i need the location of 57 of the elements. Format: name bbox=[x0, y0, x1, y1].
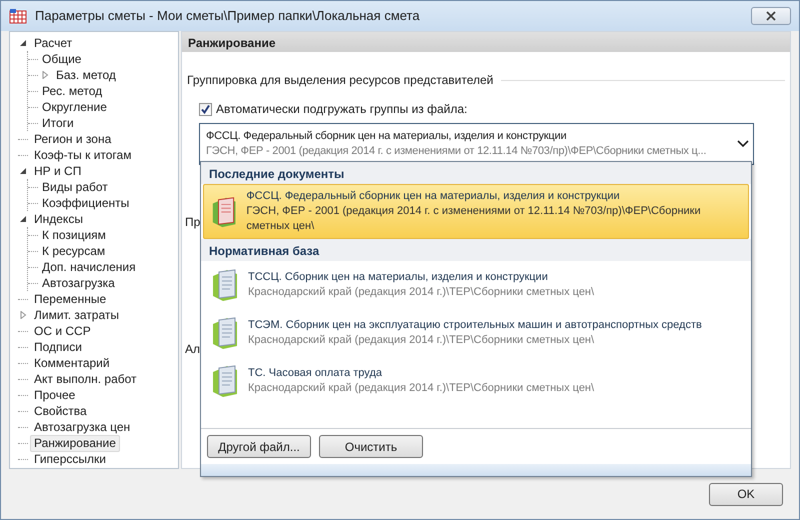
tree-item[interactable]: Гиперссылки bbox=[30, 450, 110, 468]
tree-item[interactable]: НР и СП bbox=[30, 162, 86, 180]
section-header: Последние документы bbox=[201, 162, 751, 184]
tree-item[interactable]: Комментарий bbox=[30, 354, 114, 372]
tree-item[interactable]: Свойства bbox=[30, 402, 91, 420]
document-item[interactable]: ТСЭМ. Сборник цен на эксплуатацию строительных машин и автотранспортных средств Краснодарский край (редакция 2014 г.)\ТЕР\Сборники сметных цен\ bbox=[203, 309, 749, 357]
tree-item[interactable]: Акт выполн. работ bbox=[30, 370, 141, 388]
group-label: Группировка для выделения ресурсов представителей bbox=[187, 72, 494, 89]
tree-item[interactable]: Виды работ bbox=[38, 178, 112, 196]
tree-item[interactable]: Ранжирование bbox=[30, 434, 120, 452]
tree-item[interactable]: К позициям bbox=[38, 226, 110, 244]
document-book-icon bbox=[210, 268, 240, 302]
resize-grip-bar[interactable] bbox=[201, 464, 751, 476]
close-icon bbox=[766, 11, 776, 21]
app-icon bbox=[9, 8, 27, 24]
tree-item[interactable]: Коэффициенты bbox=[38, 194, 134, 212]
tree-item[interactable]: Баз. метод bbox=[52, 66, 120, 84]
popup-button[interactable]: Другой файл... bbox=[207, 435, 311, 458]
chevron-down-icon bbox=[737, 140, 749, 148]
tree-item[interactable]: Индексы bbox=[30, 210, 87, 228]
tree-item[interactable]: Подписи bbox=[30, 338, 86, 356]
document-item[interactable]: ТССЦ. Сборник цен на материалы, изделия и конструкции Краснодарский край (редакция 2014 г.)\ТЕР\Сборники сметных цен\ bbox=[203, 261, 749, 309]
tree-item[interactable]: К ресурсам bbox=[38, 242, 110, 260]
document-item[interactable]: ФССЦ. Федеральный сборник цен на материалы, изделия и конструкции ГЭСН, ФЕР - 2001 (редакция 2014 г. с изменениями от 12.11.14 №703/пр)\ФЕР\Сборники сметных цен\ bbox=[203, 184, 749, 239]
document-item[interactable]: ТС. Часовая оплата труда Краснодарский край (редакция 2014 г.)\ТЕР\Сборники сметных цен\ bbox=[203, 357, 749, 405]
expanded-arrow-icon[interactable] bbox=[19, 215, 27, 223]
close-button[interactable] bbox=[751, 7, 791, 25]
tree-item[interactable]: Лимит. затраты bbox=[30, 306, 123, 324]
tree-item[interactable]: Регион и зона bbox=[30, 130, 116, 148]
tree-item[interactable]: Итоги bbox=[38, 114, 78, 132]
tree-item[interactable]: Округление bbox=[38, 98, 111, 116]
tree-item[interactable]: Общие bbox=[38, 50, 86, 68]
expanded-arrow-icon[interactable] bbox=[19, 167, 27, 175]
collapsed-arrow-icon[interactable] bbox=[19, 311, 27, 319]
tree-item[interactable]: Автозагрузка цен bbox=[30, 418, 134, 436]
popup-button[interactable]: Очистить bbox=[319, 435, 423, 458]
document-book-icon bbox=[210, 364, 240, 398]
tree-item[interactable]: Автозагрузка bbox=[38, 274, 119, 292]
window-title: Параметры сметы - Мои сметы\Пример папки\Локальная смета bbox=[35, 7, 420, 26]
field-label: Ал bbox=[185, 341, 200, 358]
tree-item[interactable]: Переменные bbox=[30, 290, 110, 308]
auto-load-checkbox[interactable] bbox=[199, 102, 212, 116]
tree-item[interactable]: ОС и ССР bbox=[30, 322, 95, 340]
document-book-icon bbox=[210, 316, 240, 350]
field-label: Пр bbox=[185, 214, 200, 231]
collapsed-arrow-icon[interactable] bbox=[41, 71, 49, 79]
expanded-arrow-icon[interactable] bbox=[19, 39, 27, 47]
checkbox-label: Автоматически подгружать группы из файла: bbox=[216, 101, 468, 118]
tree-item[interactable]: Расчет bbox=[30, 34, 76, 52]
tree-item[interactable]: Прочее bbox=[30, 386, 80, 404]
tree-item[interactable]: Доп. начисления bbox=[38, 258, 140, 276]
section-header: Нормативная база bbox=[201, 239, 751, 261]
tree-item[interactable]: Коэф-ты к итогам bbox=[30, 146, 136, 164]
tree-item[interactable]: Рес. метод bbox=[38, 82, 106, 100]
panel-header: Ранжирование bbox=[182, 32, 790, 52]
document-book-icon bbox=[210, 194, 238, 228]
ok-button[interactable]: OK bbox=[709, 482, 783, 506]
